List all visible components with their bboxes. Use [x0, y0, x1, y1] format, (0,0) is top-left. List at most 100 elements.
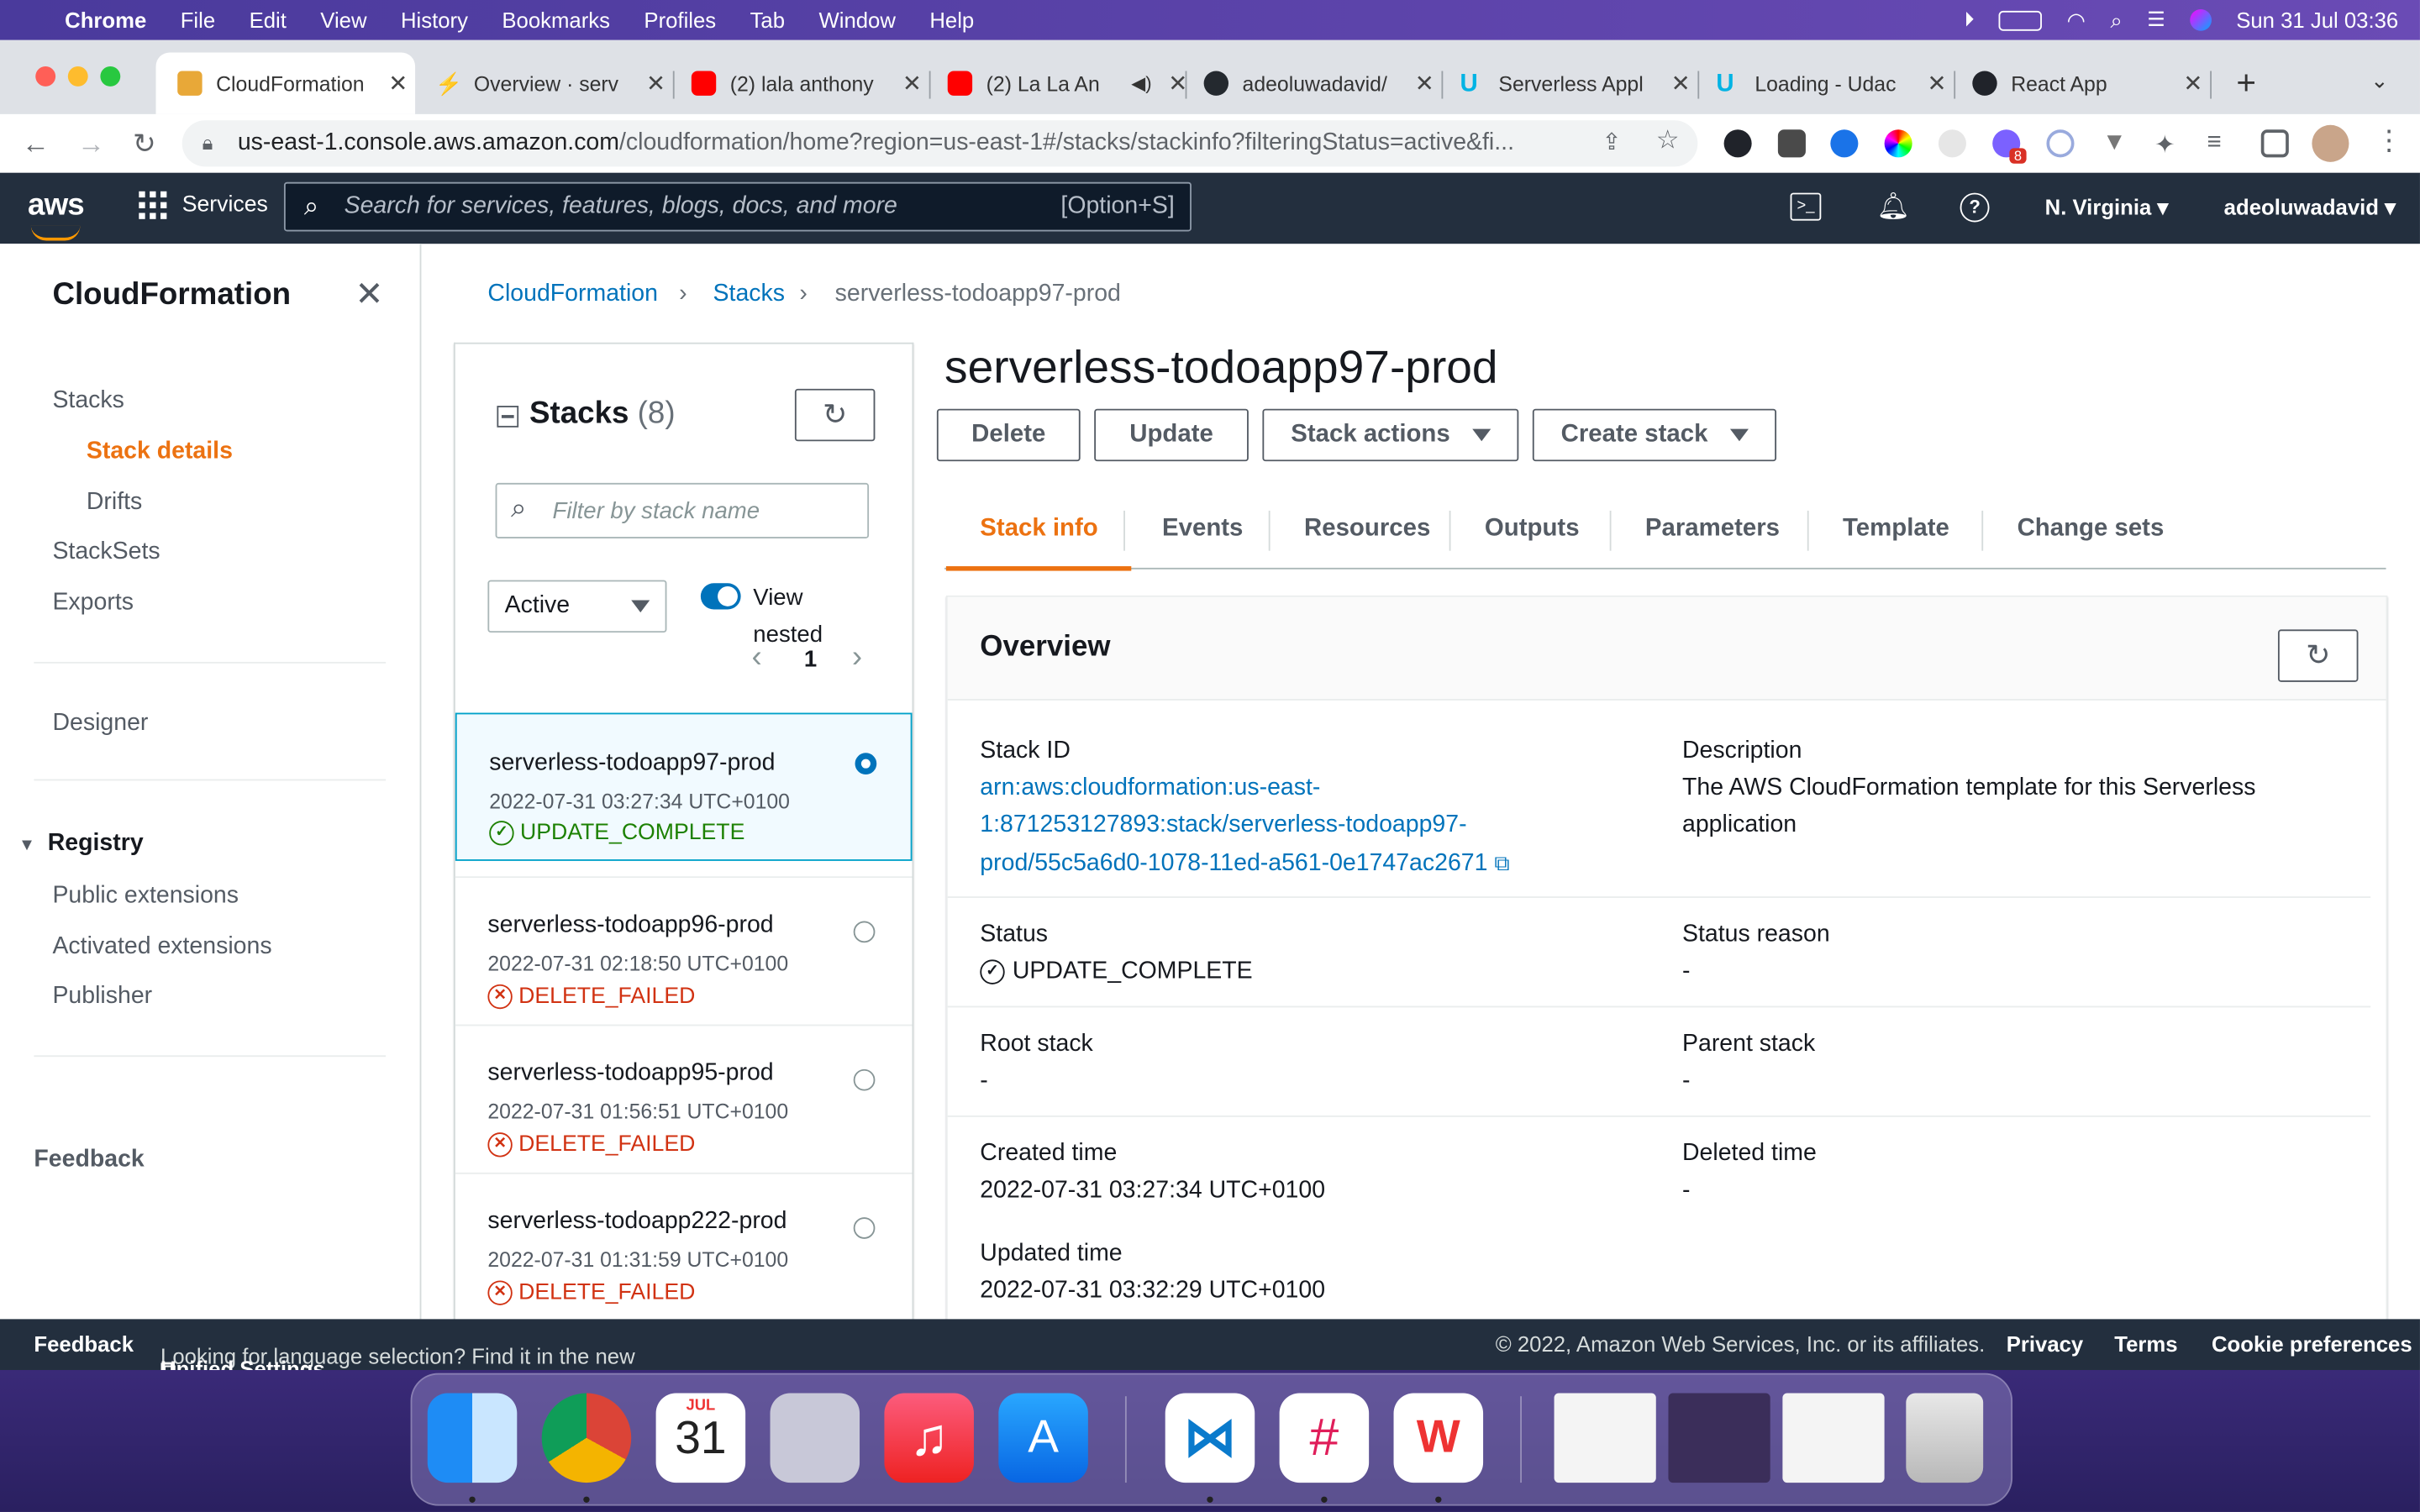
- cloudshell-icon[interactable]: >_: [1790, 192, 1822, 221]
- window-thumbnail[interactable]: [1782, 1393, 1885, 1483]
- footer-feedback-link[interactable]: Feedback: [34, 1331, 134, 1356]
- window-thumbnail[interactable]: [1554, 1393, 1656, 1483]
- launchpad-icon[interactable]: [770, 1393, 860, 1483]
- stack-radio[interactable]: [855, 753, 877, 775]
- account-menu[interactable]: adeoluwadavid ▾: [2224, 194, 2396, 220]
- lock-icon[interactable]: 🔒︎: [203, 131, 213, 155]
- extension-icon[interactable]: [2046, 129, 2075, 158]
- close-tab-icon[interactable]: ✕: [1664, 70, 1697, 97]
- app-store-icon[interactable]: A: [998, 1393, 1088, 1483]
- terms-link[interactable]: Terms: [2114, 1331, 2177, 1356]
- nav-designer[interactable]: Designer: [52, 710, 148, 738]
- checkmark-extension-icon[interactable]: [1830, 129, 1859, 158]
- nav-publisher[interactable]: Publisher: [52, 983, 152, 1011]
- spotlight-icon[interactable]: ⌕: [2111, 7, 2123, 33]
- minimize-window-icon[interactable]: [67, 66, 88, 87]
- forward-icon[interactable]: →: [77, 128, 105, 160]
- finder-icon[interactable]: [427, 1393, 518, 1483]
- react-devtools-icon[interactable]: [1723, 129, 1752, 158]
- stack-actions-button[interactable]: Stack actions: [1262, 408, 1519, 462]
- services-menu-button[interactable]: Services: [139, 191, 268, 219]
- stack-list-item[interactable]: serverless-todoapp96-prod 2022-07-31 02:…: [455, 876, 913, 1024]
- window-thumbnail[interactable]: [1668, 1393, 1770, 1483]
- menu-bookmarks[interactable]: Bookmarks: [485, 8, 627, 32]
- browser-tab[interactable]: U Serverless Appl ✕: [1439, 52, 1698, 113]
- close-icon[interactable]: ✕: [355, 275, 383, 315]
- breadcrumb-cloudformation[interactable]: CloudFormation: [487, 281, 658, 308]
- menu-history[interactable]: History: [384, 8, 485, 32]
- refresh-stacks-button[interactable]: ↻: [794, 388, 876, 442]
- status-filter-select[interactable]: Active: [487, 580, 667, 633]
- browser-tab[interactable]: adeoluwadavid/ ✕: [1182, 52, 1442, 113]
- stack-radio[interactable]: [853, 1217, 876, 1239]
- tab-resources[interactable]: Resources: [1304, 491, 1430, 568]
- close-tab-icon[interactable]: ✕: [1407, 70, 1441, 97]
- nav-activated-extensions[interactable]: Activated extensions: [52, 933, 271, 961]
- tab-events[interactable]: Events: [1162, 491, 1243, 568]
- delete-button[interactable]: Delete: [936, 408, 1081, 462]
- browser-tab[interactable]: (2) lala anthony ✕: [670, 52, 929, 113]
- menu-view[interactable]: View: [303, 8, 384, 32]
- browser-tab[interactable]: CloudFormation ✕: [155, 52, 416, 114]
- close-tab-icon[interactable]: ✕: [895, 70, 929, 97]
- wps-icon[interactable]: W: [1393, 1393, 1484, 1483]
- menu-help[interactable]: Help: [913, 8, 991, 32]
- chrome-menu-icon[interactable]: ⋮: [2375, 125, 2403, 158]
- color-picker-icon[interactable]: [1884, 129, 1912, 158]
- privacy-link[interactable]: Privacy: [2007, 1331, 2084, 1356]
- menu-tab[interactable]: Tab: [733, 8, 802, 32]
- stack-list-item[interactable]: serverless-todoapp97-prod 2022-07-31 03:…: [455, 712, 913, 861]
- siri-icon[interactable]: [2190, 9, 2212, 31]
- playlist-icon[interactable]: ≡: [2207, 129, 2234, 157]
- stack-filter-input[interactable]: ⌕ Filter by stack name: [495, 482, 870, 539]
- close-tab-icon[interactable]: ✕: [639, 70, 672, 97]
- nav-stack-details[interactable]: Stack details: [87, 438, 233, 466]
- browser-tab[interactable]: ⚡ Overview · serv ✕: [413, 52, 673, 113]
- menu-window[interactable]: Window: [802, 8, 913, 32]
- tab-parameters[interactable]: Parameters: [1645, 491, 1780, 568]
- close-tab-icon[interactable]: ✕: [1920, 70, 1954, 97]
- vscode-icon[interactable]: ⋈: [1165, 1393, 1255, 1483]
- collapse-icon[interactable]: [497, 406, 519, 428]
- browser-tab[interactable]: (2) La La An ◀) ✕: [926, 52, 1187, 113]
- calendar-icon[interactable]: JUL 31: [655, 1393, 746, 1483]
- next-page-icon[interactable]: ›: [852, 640, 862, 675]
- service-title[interactable]: CloudFormation: [52, 278, 291, 313]
- browser-tab[interactable]: React App ✕: [1951, 52, 2211, 113]
- tab-template[interactable]: Template: [1843, 491, 1949, 568]
- refresh-overview-button[interactable]: ↻: [2277, 629, 2359, 682]
- extension-icon[interactable]: [1938, 129, 1966, 158]
- chrome-icon[interactable]: [541, 1393, 632, 1483]
- nav-public-extensions[interactable]: Public extensions: [52, 883, 239, 911]
- bookmark-star-icon[interactable]: ☆: [1656, 125, 1680, 156]
- close-tab-icon[interactable]: ✕: [381, 70, 415, 97]
- reload-icon[interactable]: ↻: [133, 128, 156, 160]
- menu-profiles[interactable]: Profiles: [627, 8, 733, 32]
- tab-stack-info[interactable]: Stack info: [945, 491, 1134, 571]
- create-stack-button[interactable]: Create stack: [1532, 408, 1777, 462]
- address-bar[interactable]: 🔒︎ us-east-1.console.aws.amazon.com/clou…: [182, 120, 1698, 167]
- stack-radio[interactable]: [853, 921, 876, 943]
- update-button[interactable]: Update: [1094, 408, 1249, 462]
- zoom-window-icon[interactable]: [100, 66, 121, 87]
- nav-registry-toggle[interactable]: ▼ Registry: [18, 830, 144, 858]
- previous-page-icon[interactable]: ‹: [751, 640, 761, 675]
- vue-devtools-icon[interactable]: ▼: [2101, 129, 2128, 157]
- region-selector[interactable]: N. Virginia ▾: [2045, 194, 2169, 220]
- control-center-icon[interactable]: ☰: [2147, 8, 2165, 32]
- trash-icon[interactable]: [1906, 1393, 1984, 1483]
- page-number[interactable]: 1: [804, 647, 817, 673]
- tab-search-chevron-icon[interactable]: ⌄: [2370, 68, 2389, 94]
- nav-stacks[interactable]: Stacks: [52, 387, 124, 415]
- browser-tab[interactable]: U Loading - Udac ✕: [1695, 52, 1954, 113]
- side-panel-icon[interactable]: [2260, 129, 2289, 158]
- back-icon[interactable]: ←: [22, 128, 50, 160]
- close-window-icon[interactable]: [35, 66, 56, 87]
- play-icon[interactable]: ⏵: [1965, 8, 1975, 32]
- tab-outputs[interactable]: Outputs: [1485, 491, 1580, 568]
- new-tab-icon[interactable]: +: [2236, 63, 2256, 103]
- menu-chrome[interactable]: Chrome: [48, 8, 164, 32]
- nav-drifts[interactable]: Drifts: [87, 489, 142, 517]
- wifi-icon[interactable]: ◠: [2067, 7, 2086, 33]
- menubar-clock[interactable]: Sun 31 Jul 03:36: [2236, 8, 2398, 32]
